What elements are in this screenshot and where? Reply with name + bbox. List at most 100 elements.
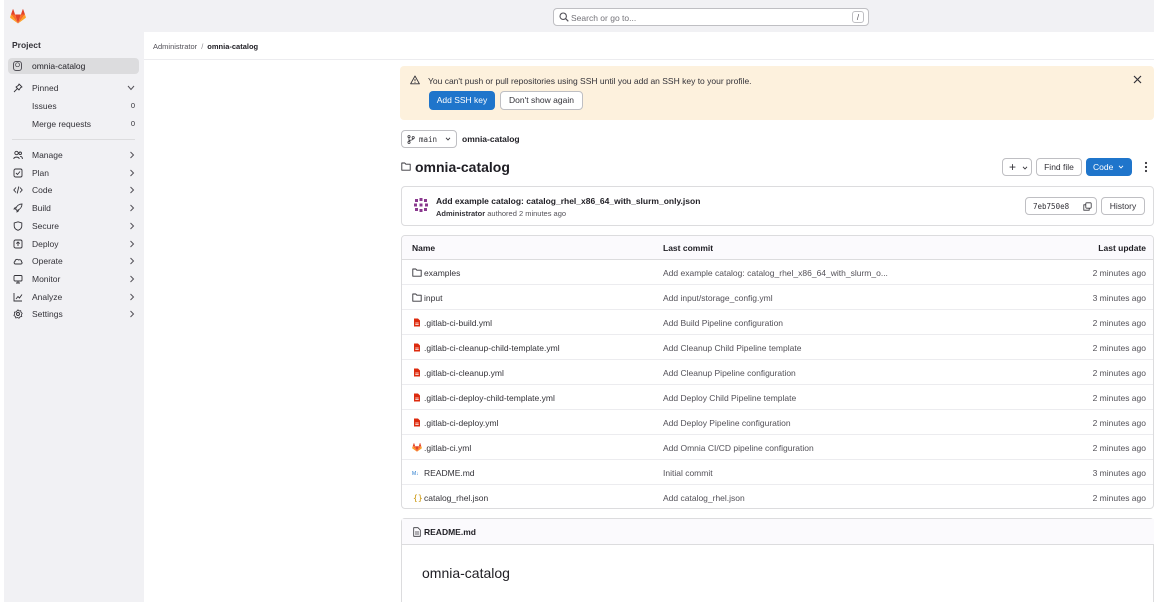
- svg-text:M↓: M↓: [412, 471, 419, 477]
- table-row[interactable]: .gitlab-ci-deploy-child-template.yml Add …: [402, 385, 1153, 410]
- sidebar-item-code[interactable]: Code: [8, 182, 139, 198]
- file-name-link[interactable]: .gitlab-ci-deploy.yml: [424, 418, 498, 428]
- sidebar-item-label: Manage: [32, 150, 63, 160]
- branch-selector[interactable]: main: [401, 130, 457, 148]
- sidebar-item-label: Analyze: [32, 292, 63, 302]
- table-row[interactable]: input Add input/storage_config.yml 3 minut…: [402, 285, 1153, 310]
- file-last-commit-link[interactable]: Add example catalog: catalog_rhel_x86_64…: [663, 268, 888, 278]
- gear-icon: [13, 309, 23, 319]
- file-last-commit-link[interactable]: Add Deploy Child Pipeline template: [663, 393, 796, 403]
- table-row[interactable]: {} catalog_rhel.json Add catalog_rhel.json…: [402, 485, 1153, 508]
- sidebar-item-issues[interactable]: Issues 0: [8, 98, 139, 114]
- file-icon: [413, 527, 421, 537]
- file-last-commit-link[interactable]: Add Cleanup Child Pipeline template: [663, 343, 801, 353]
- file-name-link[interactable]: .gitlab-ci-build.yml: [424, 318, 492, 328]
- sidebar-item-operate[interactable]: Operate: [8, 253, 139, 269]
- sidebar-item-build[interactable]: Build: [8, 200, 139, 216]
- chevron-down-icon: [1118, 165, 1124, 169]
- sidebar-item-label: Secure: [32, 221, 59, 231]
- sidebar-item-label: Settings: [32, 309, 63, 319]
- warning-icon: [410, 75, 420, 85]
- sidebar-item-label: Operate: [32, 256, 63, 266]
- yaml-file-icon: [414, 393, 420, 402]
- file-last-update: 2 minutes ago: [1092, 268, 1146, 278]
- file-last-commit-link[interactable]: Add input/storage_config.yml: [663, 293, 773, 303]
- file-name-link[interactable]: .gitlab-ci-cleanup-child-template.yml: [424, 343, 560, 353]
- close-icon[interactable]: [1133, 75, 1142, 84]
- file-name-link[interactable]: .gitlab-ci-deploy-child-template.yml: [424, 393, 555, 403]
- dont-show-again-button[interactable]: Don't show again: [500, 91, 583, 110]
- deploy-icon: [13, 239, 23, 249]
- sidebar-item-label: Code: [32, 185, 53, 195]
- copy-icon[interactable]: [1083, 202, 1092, 211]
- commit-sha-button[interactable]: 7eb750e8: [1025, 197, 1097, 215]
- more-actions-icon[interactable]: [1142, 161, 1150, 173]
- chevron-right-icon: [130, 151, 135, 159]
- chevron-down-icon: [445, 137, 451, 141]
- table-row[interactable]: examples Add example catalog: catalog_rhe…: [402, 260, 1153, 285]
- table-row[interactable]: .gitlab-ci.yml Add Omnia CI/CD pipeline c…: [402, 435, 1153, 460]
- sidebar-item-label: Build: [32, 203, 51, 213]
- file-name-link[interactable]: examples: [424, 268, 460, 278]
- top-bar: Search or go to... /: [4, 0, 1154, 32]
- sidebar-item-label: Merge requests: [32, 119, 92, 129]
- chevron-right-icon: [130, 240, 135, 248]
- file-name-link[interactable]: catalog_rhel.json: [424, 493, 488, 503]
- add-ssh-key-button[interactable]: Add SSH key: [429, 91, 495, 110]
- breadcrumb-omnia-catalog[interactable]: omnia-catalog: [207, 42, 258, 51]
- commit-title[interactable]: Add example catalog: catalog_rhel_x86_64…: [436, 196, 700, 206]
- chevron-right-icon: [130, 310, 135, 318]
- find-file-button[interactable]: Find file: [1036, 158, 1082, 176]
- table-row[interactable]: .gitlab-ci-deploy.yml Add Deploy Pipeline…: [402, 410, 1153, 435]
- sidebar-item-pinned[interactable]: Pinned: [8, 80, 139, 96]
- thumbtack-icon: [13, 83, 23, 93]
- sidebar-item-manage[interactable]: Manage: [8, 147, 139, 163]
- file-last-commit-link[interactable]: Add catalog_rhel.json: [663, 493, 745, 503]
- sidebar-item-deploy[interactable]: Deploy: [8, 236, 139, 252]
- file-last-commit-link[interactable]: Add Omnia CI/CD pipeline configuration: [663, 443, 814, 453]
- file-last-update: 3 minutes ago: [1092, 293, 1146, 303]
- search-placeholder: Search or go to...: [571, 13, 637, 23]
- history-button[interactable]: History: [1101, 197, 1145, 215]
- readme-heading: omnia-catalog: [422, 565, 510, 581]
- commit-authored-text: authored 2 minutes ago: [487, 209, 567, 218]
- sidebar: Project O omnia-catalog Pinned Issues 0 …: [4, 32, 144, 602]
- markdown-file-icon: M↓: [412, 471, 419, 477]
- file-last-commit-link[interactable]: Add Build Pipeline configuration: [663, 318, 783, 328]
- project-avatar: O: [13, 61, 22, 71]
- avatar[interactable]: [412, 196, 430, 214]
- sidebar-item-merge-requests[interactable]: Merge requests 0: [8, 116, 139, 132]
- table-row[interactable]: .gitlab-ci-cleanup-child-template.yml Add…: [402, 335, 1153, 360]
- sidebar-item-plan[interactable]: Plan: [8, 165, 139, 181]
- folder-icon: [412, 293, 422, 302]
- gitlab-ci-icon: [412, 443, 422, 452]
- file-name-link[interactable]: .gitlab-ci-cleanup.yml: [424, 368, 504, 378]
- gitlab-tanuki-icon[interactable]: [10, 9, 26, 24]
- sidebar-item-analyze[interactable]: Analyze: [8, 289, 139, 305]
- table-row[interactable]: M↓ README.md Initial commit 3 minutes ago: [402, 460, 1153, 485]
- sidebar-item-label: Issues: [32, 101, 57, 111]
- code-dropdown-button[interactable]: Code: [1086, 158, 1132, 176]
- file-last-commit-link[interactable]: Add Cleanup Pipeline configuration: [663, 368, 796, 378]
- search-input[interactable]: Search or go to... /: [553, 8, 869, 26]
- table-row[interactable]: .gitlab-ci-cleanup.yml Add Cleanup Pipeli…: [402, 360, 1153, 385]
- sidebar-project-omnia-catalog[interactable]: O omnia-catalog: [8, 58, 139, 74]
- file-name-link[interactable]: README.md: [424, 468, 475, 478]
- file-name-link[interactable]: .gitlab-ci.yml: [424, 443, 471, 453]
- sidebar-item-secure[interactable]: Secure: [8, 218, 139, 234]
- file-last-commit-link[interactable]: Add Deploy Pipeline configuration: [663, 418, 791, 428]
- table-row[interactable]: .gitlab-ci-build.yml Add Build Pipeline c…: [402, 310, 1153, 335]
- add-dropdown-button[interactable]: +: [1002, 158, 1032, 176]
- file-name-link[interactable]: input: [424, 293, 442, 303]
- sidebar-item-settings[interactable]: Settings: [8, 306, 139, 322]
- readme-filename[interactable]: README.md: [424, 527, 476, 537]
- breadcrumb-administrator[interactable]: Administrator: [153, 42, 197, 51]
- repo-path[interactable]: omnia-catalog: [462, 134, 520, 144]
- code-icon: [13, 186, 23, 194]
- file-last-commit-link[interactable]: Initial commit: [663, 468, 713, 478]
- sidebar-item-label: Monitor: [32, 274, 61, 284]
- commit-author[interactable]: Administrator: [436, 209, 485, 218]
- chevron-right-icon: [130, 293, 135, 301]
- file-last-update: 2 minutes ago: [1092, 393, 1146, 403]
- sidebar-item-monitor[interactable]: Monitor: [8, 271, 139, 287]
